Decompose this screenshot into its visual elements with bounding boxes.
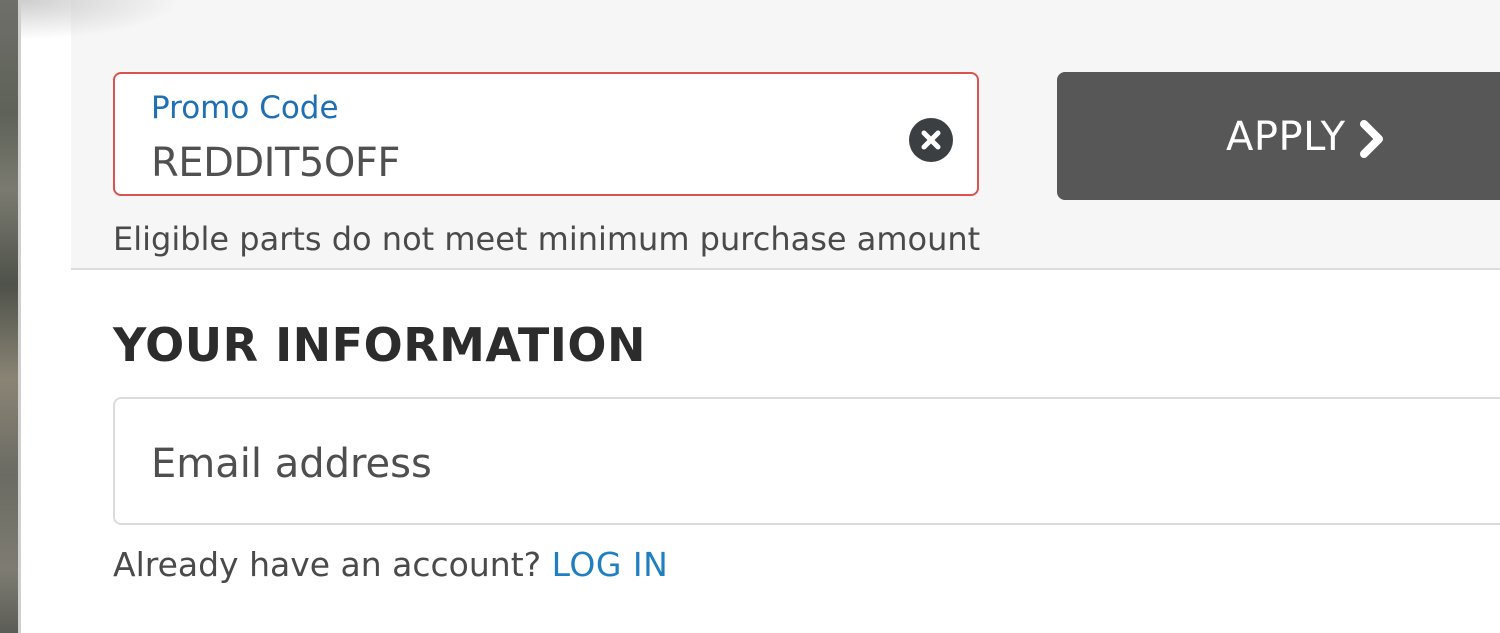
login-prompt: Already have an account? LOG IN (113, 545, 668, 584)
panel-edge-shadow (18, 0, 21, 633)
clear-promo-button[interactable] (909, 118, 953, 162)
promo-code-input[interactable]: REDDIT5OFF (151, 140, 400, 186)
section-heading: YOUR INFORMATION (113, 318, 647, 372)
close-circle-icon (921, 130, 941, 150)
login-link[interactable]: LOG IN (552, 545, 669, 584)
apply-button-label: APPLY (1226, 114, 1346, 160)
promo-code-field[interactable]: Promo Code REDDIT5OFF (113, 72, 979, 196)
email-placeholder: Email address (151, 441, 432, 487)
apply-promo-button[interactable]: APPLY (1057, 72, 1500, 200)
promo-code-label: Promo Code (151, 90, 339, 126)
panel-corner-shadow (21, 0, 181, 40)
chevron-right-icon (1360, 120, 1383, 158)
promo-error-message: Eligible parts do not meet minimum purch… (113, 220, 981, 258)
checkout-page: Promo Code REDDIT5OFF APPLY Eligible par… (0, 0, 1500, 633)
account-prompt-text: Already have an account? (113, 545, 542, 584)
email-field[interactable]: Email address (113, 397, 1500, 525)
background-photo-edge (0, 0, 18, 633)
